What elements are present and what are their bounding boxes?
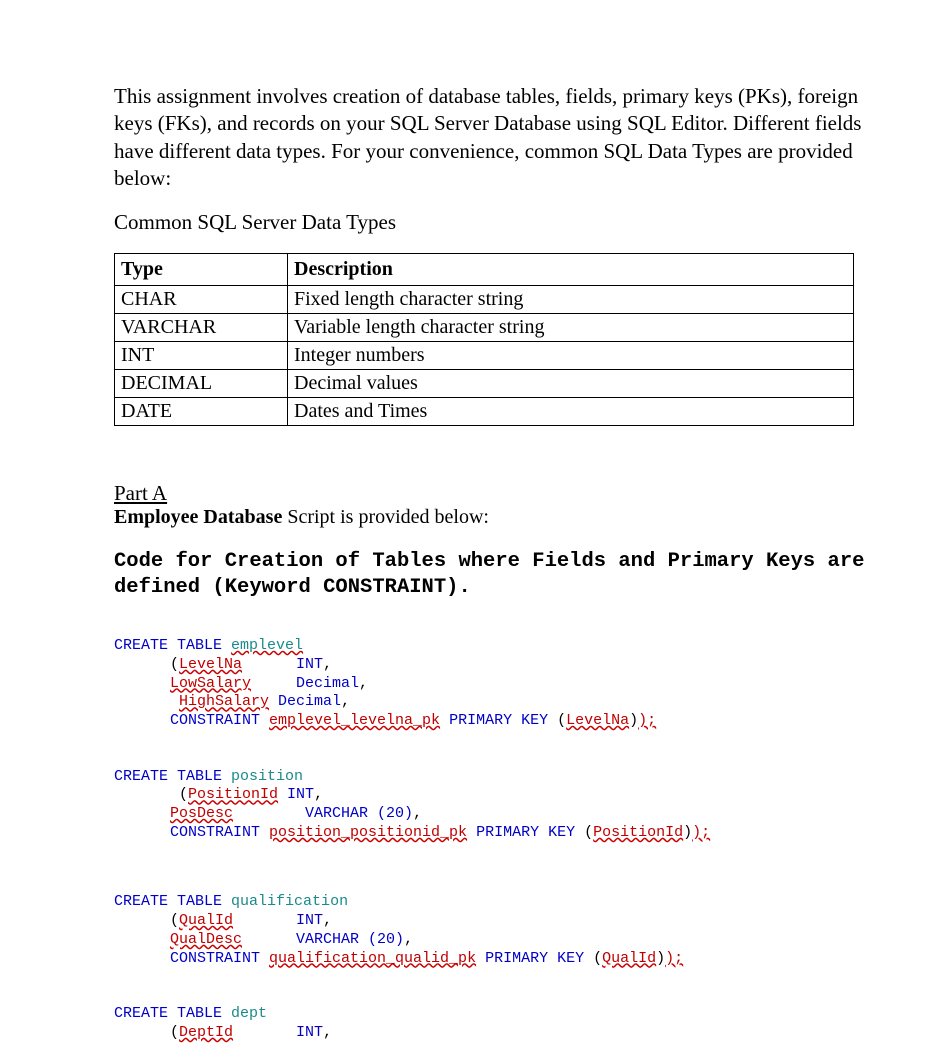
kw-create-table: CREATE TABLE (114, 768, 222, 785)
table-row: CHAR Fixed length character string (115, 286, 854, 314)
kw-int: INT (296, 656, 323, 673)
table-row: INT Integer numbers (115, 342, 854, 370)
cons-position: position_positionid_pk (269, 824, 467, 841)
cell-type: DECIMAL (115, 370, 288, 398)
field-posdesc: PosDesc (170, 805, 233, 822)
field-highsalary: HighSalary (179, 693, 269, 710)
field-qualid: QualId (179, 912, 233, 929)
kw-primary-key: PRIMARY KEY (485, 950, 584, 967)
tbl-emplevel: emplevel (231, 637, 303, 654)
cons-qualification: qualification_qualid_pk (269, 950, 476, 967)
kw-int: INT (296, 912, 323, 929)
pkcol-position: PositionId (593, 824, 683, 841)
datatypes-table: Type Description CHAR Fixed length chara… (114, 253, 854, 426)
kw-int: INT (296, 1024, 323, 1041)
document-page: This assignment involves creation of dat… (0, 0, 948, 1056)
col-header-type: Type (115, 254, 288, 286)
kw-create-table: CREATE TABLE (114, 637, 222, 654)
cons-emplevel: emplevel_levelna_pk (269, 712, 440, 729)
kw-decimal: Decimal (278, 693, 341, 710)
cell-desc: Integer numbers (288, 342, 854, 370)
cell-type: VARCHAR (115, 314, 288, 342)
field-levelna: LevelNa (179, 656, 242, 673)
kw-primary-key: PRIMARY KEY (476, 824, 575, 841)
field-positionid: PositionId (188, 786, 278, 803)
code-block-dept: CREATE TABLE dept (DeptId INT, (114, 986, 878, 1042)
kw-create-table: CREATE TABLE (114, 1005, 222, 1022)
part-a-heading: Part A (114, 481, 878, 506)
code-heading: Code for Creation of Tables where Fields… (114, 549, 878, 600)
emp-db-line: Employee Database Script is provided bel… (114, 506, 878, 529)
code-block-qualification: CREATE TABLE qualification (QualId INT, … (114, 875, 878, 969)
cell-desc: Dates and Times (288, 398, 854, 426)
kw-create-table: CREATE TABLE (114, 893, 222, 910)
table-header-row: Type Description (115, 254, 854, 286)
cell-desc: Decimal values (288, 370, 854, 398)
tbl-position: position (231, 768, 303, 785)
table-row: DECIMAL Decimal values (115, 370, 854, 398)
col-header-description: Description (288, 254, 854, 286)
emp-db-bold: Employee Database (114, 506, 282, 528)
kw-int: INT (287, 786, 314, 803)
code-block-position: CREATE TABLE position (PositionId INT, P… (114, 749, 878, 843)
kw-constraint: CONSTRAINT (170, 824, 260, 841)
stmt-end: ); (638, 712, 656, 729)
kw-decimal: Decimal (296, 675, 359, 692)
kw-primary-key: PRIMARY KEY (449, 712, 548, 729)
cell-desc: Variable length character string (288, 314, 854, 342)
field-lowsalary: LowSalary (170, 675, 251, 692)
pkcol-emplevel: LevelNa (566, 712, 629, 729)
stmt-end: ); (692, 824, 710, 841)
kw-varchar: VARCHAR (20) (305, 805, 413, 822)
cell-desc: Fixed length character string (288, 286, 854, 314)
tbl-dept: dept (231, 1005, 267, 1022)
datatypes-heading: Common SQL Server Data Types (114, 210, 878, 235)
emp-db-rest: Script is provided below: (282, 506, 489, 528)
kw-varchar: VARCHAR (20) (296, 931, 404, 948)
kw-constraint: CONSTRAINT (170, 950, 260, 967)
kw-constraint: CONSTRAINT (170, 712, 260, 729)
cell-type: INT (115, 342, 288, 370)
code-block-emplevel: CREATE TABLE emplevel (LevelNa INT, LowS… (114, 618, 878, 731)
stmt-end: ); (665, 950, 683, 967)
pkcol-qualification: QualId (602, 950, 656, 967)
intro-paragraph: This assignment involves creation of dat… (114, 83, 878, 192)
table-row: VARCHAR Variable length character string (115, 314, 854, 342)
field-deptid: DeptId (179, 1024, 233, 1041)
tbl-qualification: qualification (231, 893, 348, 910)
cell-type: CHAR (115, 286, 288, 314)
table-row: DATE Dates and Times (115, 398, 854, 426)
field-qualdesc: QualDesc (170, 931, 242, 948)
cell-type: DATE (115, 398, 288, 426)
